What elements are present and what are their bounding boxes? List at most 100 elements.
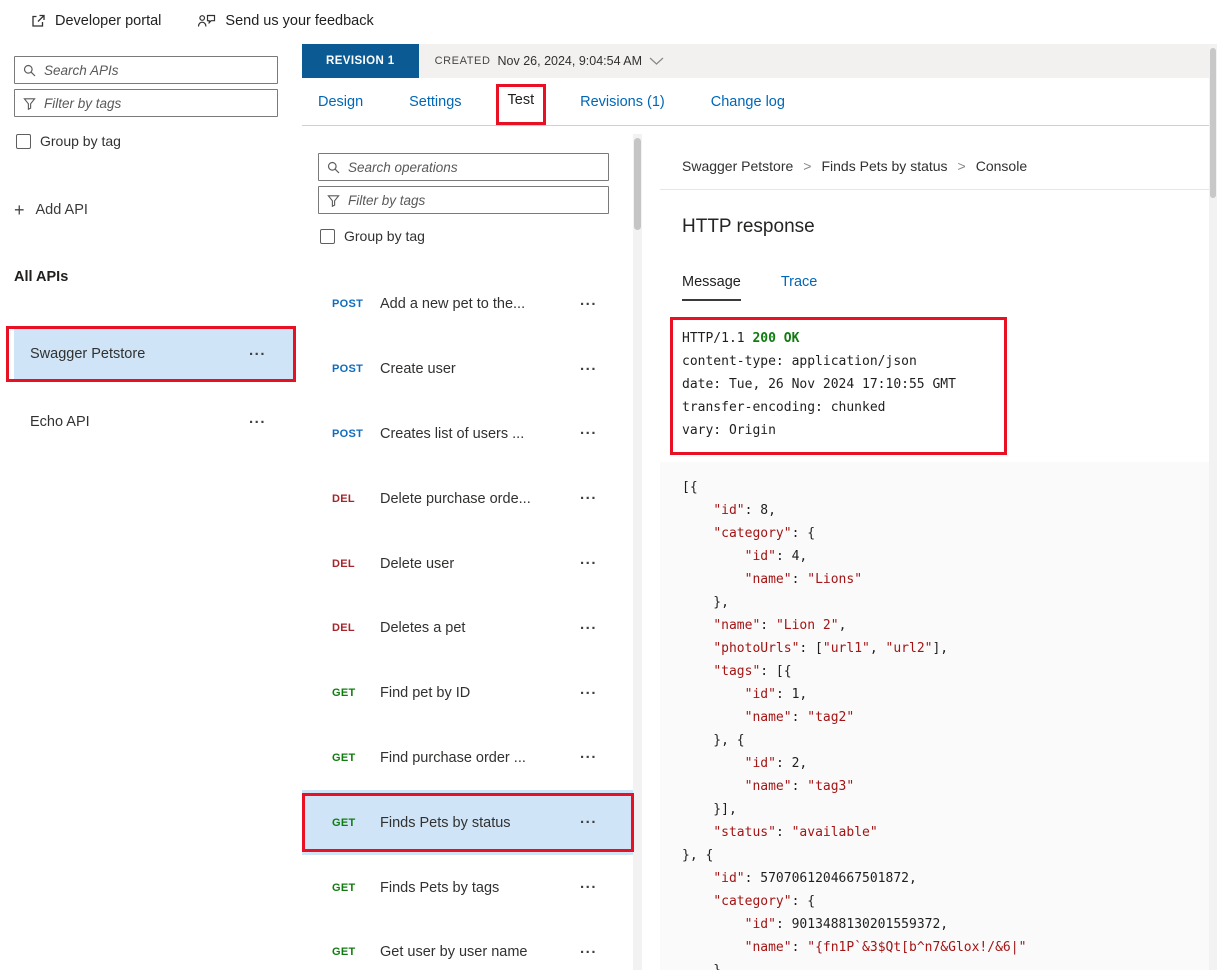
tab-change-log[interactable]: Change log bbox=[711, 78, 785, 125]
operation-row-find-purchase-order[interactable]: GET Find purchase order ... bbox=[302, 726, 633, 791]
test-console: Swagger Petstore > Finds Pets by status … bbox=[660, 140, 1209, 455]
operation-label: Find purchase order ... bbox=[380, 749, 526, 766]
context-menu-icon[interactable] bbox=[580, 357, 597, 374]
context-menu-icon[interactable] bbox=[580, 421, 597, 438]
operation-row-finds-pets-by-tags[interactable]: GET Finds Pets by tags bbox=[302, 855, 633, 920]
response-body: [{ "id": 8, "category": { "id": 4, "name… bbox=[660, 462, 1217, 970]
response-body-line: "id": 5707061204667501872, bbox=[713, 871, 917, 886]
response-headers: HTTP/1.1 200 OK content-type: applicatio… bbox=[670, 317, 1007, 455]
http-version: HTTP/1.1 bbox=[682, 331, 753, 346]
response-body-line: "id": 1, bbox=[744, 687, 808, 702]
api-name: Echo API bbox=[30, 414, 90, 430]
operation-row-get-user-by-user-name[interactable]: GET Get user by user name bbox=[302, 920, 633, 970]
operation-row-create-user[interactable]: POST Create user bbox=[302, 337, 633, 402]
tab-test[interactable]: Test bbox=[495, 78, 547, 125]
feedback-icon bbox=[197, 13, 216, 29]
add-api-button[interactable]: + Add API bbox=[14, 201, 294, 219]
context-menu-icon[interactable] bbox=[580, 551, 597, 568]
api-item-swagger-petstore[interactable]: Swagger Petstore bbox=[6, 326, 296, 382]
tab-test-label: Test bbox=[507, 92, 535, 108]
context-menu-icon[interactable] bbox=[580, 292, 597, 309]
main-tabs: Design Settings Test Revisions (1) Chang… bbox=[302, 78, 1217, 126]
context-menu-icon[interactable] bbox=[580, 616, 597, 633]
created-label: CREATED bbox=[434, 55, 491, 67]
search-apis-input[interactable] bbox=[44, 62, 269, 78]
search-operations-box bbox=[318, 153, 609, 181]
breadcrumb-api[interactable]: Swagger Petstore bbox=[682, 158, 793, 174]
api-sidebar: Group by tag + Add API All APIs Swagger … bbox=[6, 56, 296, 449]
scrollbar-thumb[interactable] bbox=[634, 138, 641, 230]
context-menu-icon[interactable] bbox=[580, 940, 597, 957]
tab-trace[interactable]: Trace bbox=[781, 274, 818, 301]
apim-test-console-page: Developer portal Send us your feedback G… bbox=[0, 0, 1217, 970]
response-header-line: transfer-encoding: chunked bbox=[682, 400, 886, 415]
breadcrumb-separator: > bbox=[803, 158, 812, 174]
ops-group-by-tag-row: Group by tag bbox=[320, 228, 633, 244]
tab-message[interactable]: Message bbox=[682, 274, 741, 301]
operations-panel: Group by tag bbox=[302, 140, 633, 244]
divider bbox=[660, 189, 1209, 190]
group-by-tag-checkbox[interactable] bbox=[16, 133, 31, 149]
group-by-tag-label: Group by tag bbox=[40, 133, 121, 149]
operation-method-badge: POST bbox=[332, 427, 364, 440]
ops-group-by-tag-checkbox[interactable] bbox=[320, 228, 335, 244]
response-body-line: }, bbox=[682, 595, 729, 610]
page-scrollbar[interactable] bbox=[1209, 44, 1217, 970]
api-item-echo-api[interactable]: Echo API bbox=[14, 395, 294, 449]
all-apis-heading: All APIs bbox=[14, 269, 69, 285]
filter-operations-by-tags-box bbox=[318, 186, 609, 214]
operation-row-delete-user[interactable]: DEL Delete user bbox=[302, 531, 633, 596]
operation-row-find-pet-by-id[interactable]: GET Find pet by ID bbox=[302, 661, 633, 726]
developer-portal-link[interactable]: Developer portal bbox=[30, 13, 161, 29]
operation-row-deletes-a-pet[interactable]: DEL Deletes a pet bbox=[302, 596, 633, 661]
group-by-tag-row: Group by tag bbox=[16, 133, 294, 149]
ops-group-by-tag-label: Group by tag bbox=[344, 228, 425, 244]
context-menu-icon[interactable] bbox=[580, 810, 597, 827]
operation-method-badge: GET bbox=[332, 881, 356, 894]
created-value: Nov 26, 2024, 9:04:54 AM bbox=[497, 54, 643, 68]
revision-created-dropdown[interactable]: CREATED Nov 26, 2024, 9:04:54 AM bbox=[435, 54, 665, 68]
context-menu-icon[interactable] bbox=[580, 875, 597, 892]
response-body-line: [{ bbox=[682, 480, 698, 495]
revision-bar: REVISION 1 CREATED Nov 26, 2024, 9:04:54… bbox=[302, 44, 1217, 78]
operation-label: Add a new pet to the... bbox=[380, 296, 526, 313]
context-menu-icon[interactable] bbox=[249, 342, 266, 359]
tab-revisions[interactable]: Revisions (1) bbox=[580, 78, 665, 125]
response-body-line: "category": { bbox=[713, 894, 816, 909]
response-header-line: content-type: application/json bbox=[682, 354, 917, 369]
api-list: Swagger Petstore Echo API bbox=[6, 326, 296, 449]
operation-label: Find pet by ID bbox=[380, 685, 471, 702]
tab-design[interactable]: Design bbox=[318, 78, 363, 125]
operation-row-creates-list-of-users[interactable]: POST Creates list of users ... bbox=[302, 402, 633, 467]
response-body-line: "name": "Lion 2", bbox=[713, 618, 847, 633]
feedback-link[interactable]: Send us your feedback bbox=[197, 13, 374, 29]
chevron-down-icon bbox=[649, 57, 664, 65]
context-menu-icon[interactable] bbox=[580, 745, 597, 762]
response-header-line: date: Tue, 26 Nov 2024 17:10:55 GMT bbox=[682, 377, 956, 392]
operation-method-badge: GET bbox=[332, 751, 356, 764]
operation-method-badge: GET bbox=[332, 816, 356, 829]
operation-method-badge: GET bbox=[332, 946, 356, 959]
context-menu-icon[interactable] bbox=[580, 681, 597, 698]
scrollbar-thumb[interactable] bbox=[1210, 48, 1216, 198]
search-apis-box bbox=[14, 56, 278, 84]
status-code: 200 OK bbox=[752, 331, 800, 346]
operation-row-add-a-new-pet-to-the[interactable]: POST Add a new pet to the... bbox=[302, 272, 633, 337]
tab-settings[interactable]: Settings bbox=[409, 78, 461, 125]
breadcrumb-operation[interactable]: Finds Pets by status bbox=[821, 158, 947, 174]
external-link-icon bbox=[30, 13, 46, 29]
operation-method-badge: DEL bbox=[332, 492, 355, 505]
operation-row-finds-pets-by-status[interactable]: GET Finds Pets by status bbox=[302, 790, 634, 856]
response-body-line: "category": { bbox=[713, 526, 816, 541]
operations-scrollbar[interactable] bbox=[633, 134, 642, 970]
context-menu-icon[interactable] bbox=[580, 486, 597, 503]
operation-row-delete-purchase-orde[interactable]: DEL Delete purchase orde... bbox=[302, 466, 633, 531]
filter-apis-by-tags-box bbox=[14, 89, 278, 117]
context-menu-icon[interactable] bbox=[249, 410, 266, 427]
breadcrumb-console: Console bbox=[975, 158, 1028, 174]
operation-method-badge: POST bbox=[332, 298, 364, 311]
filter-operations-by-tags-input[interactable] bbox=[348, 192, 600, 208]
search-operations-input[interactable] bbox=[348, 159, 600, 175]
filter-apis-by-tags-input[interactable] bbox=[44, 95, 269, 111]
response-body-line: "id": 4, bbox=[744, 549, 808, 564]
